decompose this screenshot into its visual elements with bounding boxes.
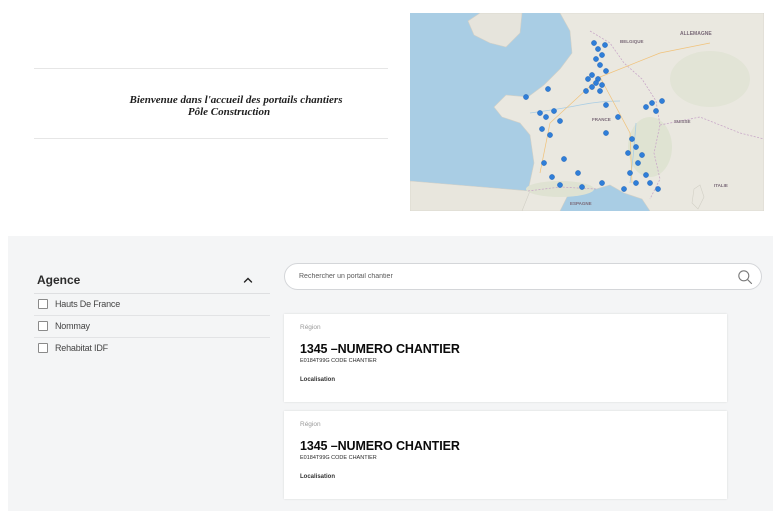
site-marker[interactable] <box>639 152 645 158</box>
card-title: 1345 –NUMERO CHANTIER <box>300 439 460 453</box>
agency-option-label: Nommay <box>55 321 90 331</box>
site-marker[interactable] <box>541 160 547 166</box>
chevron-up-icon[interactable] <box>242 274 254 286</box>
portal-search <box>284 263 762 290</box>
site-marker[interactable] <box>633 144 639 150</box>
agency-option-rehabitat-idf[interactable]: Rehabitat IDF <box>34 338 270 360</box>
search-input[interactable] <box>299 264 729 289</box>
welcome-section: Bienvenue dans l'accueil des portails ch… <box>0 0 773 236</box>
site-marker[interactable] <box>593 80 599 86</box>
site-marker[interactable] <box>629 136 635 142</box>
site-marker[interactable] <box>547 132 553 138</box>
site-marker[interactable] <box>635 160 641 166</box>
site-marker[interactable] <box>643 104 649 110</box>
agency-filter-title: Agence <box>37 273 81 287</box>
site-marker[interactable] <box>653 108 659 114</box>
welcome-line-1: Bienvenue dans l'accueil des portails ch… <box>129 94 343 106</box>
map-germany-shade <box>670 51 750 107</box>
card-location: Localisation <box>300 377 336 383</box>
agency-filter-header[interactable]: Agence <box>34 270 270 294</box>
site-marker[interactable] <box>593 56 599 62</box>
site-marker[interactable] <box>557 182 563 188</box>
site-marker[interactable] <box>621 186 627 192</box>
site-marker[interactable] <box>585 76 591 82</box>
map-label-suisse: SUISSE <box>674 119 691 124</box>
site-marker[interactable] <box>561 156 567 162</box>
welcome-banner: Bienvenue dans l'accueil des portails ch… <box>34 68 388 139</box>
site-marker[interactable] <box>599 82 605 88</box>
site-marker[interactable] <box>602 42 608 48</box>
checkbox[interactable] <box>38 299 48 309</box>
portal-card[interactable]: Région 1345 –NUMERO CHANTIER E0184T99G C… <box>284 314 727 402</box>
agency-option-nommay[interactable]: Nommay <box>34 316 270 338</box>
site-marker[interactable] <box>597 62 603 68</box>
site-marker[interactable] <box>655 186 661 192</box>
portal-list-section: Agence Hauts De France Nommay Rehabitat … <box>0 236 773 511</box>
agency-option-label: Hauts De France <box>55 299 121 309</box>
site-marker[interactable] <box>615 114 621 120</box>
sites-map[interactable]: ALLEMAGNE BELGIQUE FRANCE SUISSE ITALIE … <box>410 13 764 211</box>
site-marker[interactable] <box>579 184 585 190</box>
site-marker[interactable] <box>545 86 551 92</box>
site-marker[interactable] <box>649 100 655 106</box>
welcome-title: Bienvenue dans l'accueil des portails ch… <box>34 94 388 118</box>
site-marker[interactable] <box>575 170 581 176</box>
map-label-belgique: BELGIQUE <box>620 39 644 44</box>
agency-option-hauts-de-france[interactable]: Hauts De France <box>34 294 270 316</box>
card-region: Région <box>300 324 321 331</box>
site-marker[interactable] <box>603 102 609 108</box>
checkbox[interactable] <box>38 343 48 353</box>
site-marker[interactable] <box>591 40 597 46</box>
map-label-italie: ITALIE <box>714 183 728 188</box>
card-title: 1345 –NUMERO CHANTIER <box>300 342 460 356</box>
search-icon[interactable] <box>737 269 753 285</box>
site-marker[interactable] <box>539 126 545 132</box>
card-code: E0184T99G CODE CHANTIER <box>300 455 377 461</box>
site-marker[interactable] <box>603 130 609 136</box>
site-marker[interactable] <box>599 52 605 58</box>
agency-option-label: Rehabitat IDF <box>55 343 108 353</box>
left-gutter <box>0 236 8 511</box>
map-label-france: FRANCE <box>592 117 611 122</box>
map-canvas: ALLEMAGNE BELGIQUE FRANCE SUISSE ITALIE … <box>410 13 764 211</box>
site-marker[interactable] <box>627 170 633 176</box>
site-marker[interactable] <box>523 94 529 100</box>
site-marker[interactable] <box>599 180 605 186</box>
welcome-line-2: Pôle Construction <box>187 106 271 118</box>
agency-filter: Agence Hauts De France Nommay Rehabitat … <box>34 270 270 360</box>
site-marker[interactable] <box>543 114 549 120</box>
site-marker[interactable] <box>643 172 649 178</box>
map-label-espagne: ESPAGNE <box>570 201 592 206</box>
site-marker[interactable] <box>589 72 595 78</box>
site-marker[interactable] <box>659 98 665 104</box>
card-region: Région <box>300 421 321 428</box>
site-marker[interactable] <box>595 46 601 52</box>
card-location: Localisation <box>300 474 336 480</box>
site-marker[interactable] <box>551 108 557 114</box>
site-marker[interactable] <box>589 84 595 90</box>
site-marker[interactable] <box>625 150 631 156</box>
site-marker[interactable] <box>597 88 603 94</box>
checkbox[interactable] <box>38 321 48 331</box>
site-marker[interactable] <box>537 110 543 116</box>
site-marker[interactable] <box>633 180 639 186</box>
site-marker[interactable] <box>647 180 653 186</box>
map-label-allemagne: ALLEMAGNE <box>680 31 712 37</box>
portal-card[interactable]: Région 1345 –NUMERO CHANTIER E0184T99G C… <box>284 411 727 499</box>
site-marker[interactable] <box>583 88 589 94</box>
site-marker[interactable] <box>557 118 563 124</box>
card-code: E0184T99G CODE CHANTIER <box>300 358 377 364</box>
site-marker[interactable] <box>549 174 555 180</box>
site-marker[interactable] <box>603 68 609 74</box>
